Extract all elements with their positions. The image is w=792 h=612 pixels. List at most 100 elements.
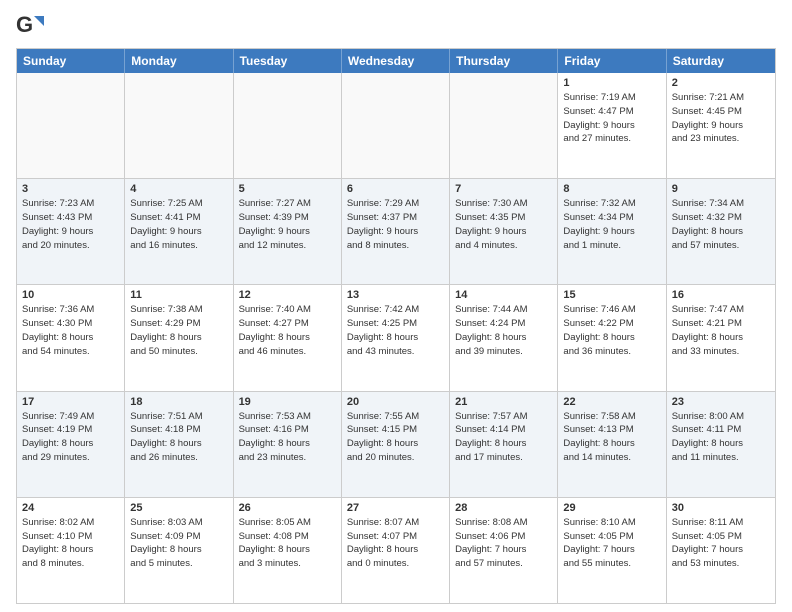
day-info: Sunrise: 7:58 AMSunset: 4:13 PMDaylight:… [563,410,660,465]
day-number: 23 [672,396,770,408]
calendar-cell: 15 Sunrise: 7:46 AMSunset: 4:22 PMDayligh… [558,285,666,390]
day-info: Sunrise: 8:05 AMSunset: 4:08 PMDaylight:… [239,516,336,571]
calendar-cell: 30 Sunrise: 8:11 AMSunset: 4:05 PMDayligh… [667,498,775,603]
calendar-cell: 9 Sunrise: 7:34 AMSunset: 4:32 PMDaylight… [667,179,775,284]
day-number: 24 [22,502,119,514]
day-info: Sunrise: 7:57 AMSunset: 4:14 PMDaylight:… [455,410,552,465]
day-number: 4 [130,183,227,195]
day-number: 17 [22,396,119,408]
day-number: 16 [672,289,770,301]
calendar-cell: 12 Sunrise: 7:40 AMSunset: 4:27 PMDayligh… [234,285,342,390]
page-header: G [16,12,776,40]
calendar-cell: 24Sunrise: 8:02 AMSunset: 4:10 PMDayligh… [17,498,125,603]
day-info: Sunrise: 8:08 AMSunset: 4:06 PMDaylight:… [455,516,552,571]
day-number: 28 [455,502,552,514]
day-number: 19 [239,396,336,408]
day-number: 30 [672,502,770,514]
day-number: 15 [563,289,660,301]
calendar-cell: 2Sunrise: 7:21 AMSunset: 4:45 PMDaylight… [667,73,775,178]
day-number: 6 [347,183,444,195]
calendar: SundayMondayTuesdayWednesdayThursdayFrid… [16,48,776,604]
header-day: Wednesday [342,49,450,73]
header-day: Friday [558,49,666,73]
day-info: Sunrise: 7:29 AMSunset: 4:37 PMDaylight:… [347,197,444,252]
day-info: Sunrise: 8:07 AMSunset: 4:07 PMDaylight:… [347,516,444,571]
day-info: Sunrise: 7:49 AMSunset: 4:19 PMDaylight:… [22,410,119,465]
day-number: 11 [130,289,227,301]
calendar-cell: 1 Sunrise: 7:19 AMSunset: 4:47 PMDaylight… [558,73,666,178]
day-info: Sunrise: 7:44 AMSunset: 4:24 PMDaylight:… [455,303,552,358]
calendar-cell: 29 Sunrise: 8:10 AMSunset: 4:05 PMDayligh… [558,498,666,603]
day-number: 2 [672,77,770,89]
calendar-cell: 17 Sunrise: 7:49 AMSunset: 4:19 PMDayligh… [17,392,125,497]
calendar-cell: 25 Sunrise: 8:03 AMSunset: 4:09 PMDayligh… [125,498,233,603]
calendar-cell [450,73,558,178]
day-info: Sunrise: 8:11 AMSunset: 4:05 PMDaylight:… [672,516,770,571]
day-number: 9 [672,183,770,195]
calendar-cell [234,73,342,178]
calendar-cell: 27Sunrise: 8:07 AMSunset: 4:07 PMDayligh… [342,498,450,603]
logo: G [16,12,48,40]
calendar-cell: 19 Sunrise: 7:53 AMSunset: 4:16 PMDayligh… [234,392,342,497]
day-info: Sunrise: 7:19 AMSunset: 4:47 PMDaylight:… [563,91,660,146]
day-info: Sunrise: 8:00 AMSunset: 4:11 PMDaylight:… [672,410,770,465]
calendar-cell: 21 Sunrise: 7:57 AMSunset: 4:14 PMDayligh… [450,392,558,497]
day-number: 13 [347,289,444,301]
day-number: 12 [239,289,336,301]
day-info: Sunrise: 7:40 AMSunset: 4:27 PMDaylight:… [239,303,336,358]
calendar-cell [342,73,450,178]
calendar-cell: 22 Sunrise: 7:58 AMSunset: 4:13 PMDayligh… [558,392,666,497]
calendar-cell: 26 Sunrise: 8:05 AMSunset: 4:08 PMDayligh… [234,498,342,603]
calendar-cell: 23 Sunrise: 8:00 AMSunset: 4:11 PMDayligh… [667,392,775,497]
day-number: 5 [239,183,336,195]
calendar-cell: 3Sunrise: 7:23 AMSunset: 4:43 PMDaylight… [17,179,125,284]
day-info: Sunrise: 8:03 AMSunset: 4:09 PMDaylight:… [130,516,227,571]
day-number: 21 [455,396,552,408]
calendar-header: SundayMondayTuesdayWednesdayThursdayFrid… [17,49,775,73]
day-number: 10 [22,289,119,301]
day-info: Sunrise: 7:42 AMSunset: 4:25 PMDaylight:… [347,303,444,358]
day-info: Sunrise: 7:47 AMSunset: 4:21 PMDaylight:… [672,303,770,358]
day-info: Sunrise: 7:32 AMSunset: 4:34 PMDaylight:… [563,197,660,252]
day-info: Sunrise: 7:38 AMSunset: 4:29 PMDaylight:… [130,303,227,358]
calendar-cell: 8 Sunrise: 7:32 AMSunset: 4:34 PMDaylight… [558,179,666,284]
day-info: Sunrise: 8:10 AMSunset: 4:05 PMDaylight:… [563,516,660,571]
day-number: 26 [239,502,336,514]
calendar-row: 3Sunrise: 7:23 AMSunset: 4:43 PMDaylight… [17,179,775,285]
calendar-cell [125,73,233,178]
day-info: Sunrise: 7:51 AMSunset: 4:18 PMDaylight:… [130,410,227,465]
day-number: 14 [455,289,552,301]
calendar-body: 1 Sunrise: 7:19 AMSunset: 4:47 PMDaylight… [17,73,775,603]
day-number: 29 [563,502,660,514]
day-info: Sunrise: 7:34 AMSunset: 4:32 PMDaylight:… [672,197,770,252]
day-number: 8 [563,183,660,195]
calendar-row: 17 Sunrise: 7:49 AMSunset: 4:19 PMDayligh… [17,392,775,498]
calendar-cell: 6 Sunrise: 7:29 AMSunset: 4:37 PMDaylight… [342,179,450,284]
day-info: Sunrise: 7:25 AMSunset: 4:41 PMDaylight:… [130,197,227,252]
day-info: Sunrise: 7:53 AMSunset: 4:16 PMDaylight:… [239,410,336,465]
day-number: 18 [130,396,227,408]
calendar-cell: 18 Sunrise: 7:51 AMSunset: 4:18 PMDayligh… [125,392,233,497]
header-day: Saturday [667,49,775,73]
header-day: Thursday [450,49,558,73]
calendar-cell: 20Sunrise: 7:55 AMSunset: 4:15 PMDayligh… [342,392,450,497]
calendar-cell: 4 Sunrise: 7:25 AMSunset: 4:41 PMDaylight… [125,179,233,284]
day-number: 22 [563,396,660,408]
calendar-cell: 10 Sunrise: 7:36 AMSunset: 4:30 PMDayligh… [17,285,125,390]
day-number: 25 [130,502,227,514]
calendar-cell [17,73,125,178]
day-info: Sunrise: 7:30 AMSunset: 4:35 PMDaylight:… [455,197,552,252]
day-info: Sunrise: 7:27 AMSunset: 4:39 PMDaylight:… [239,197,336,252]
calendar-cell: 14 Sunrise: 7:44 AMSunset: 4:24 PMDayligh… [450,285,558,390]
day-info: Sunrise: 7:46 AMSunset: 4:22 PMDaylight:… [563,303,660,358]
calendar-cell: 28 Sunrise: 8:08 AMSunset: 4:06 PMDayligh… [450,498,558,603]
day-number: 20 [347,396,444,408]
svg-text:G: G [16,12,33,37]
day-number: 1 [563,77,660,89]
calendar-cell: 5 Sunrise: 7:27 AMSunset: 4:39 PMDaylight… [234,179,342,284]
day-info: Sunrise: 7:36 AMSunset: 4:30 PMDaylight:… [22,303,119,358]
calendar-cell: 7 Sunrise: 7:30 AMSunset: 4:35 PMDaylight… [450,179,558,284]
day-number: 3 [22,183,119,195]
day-number: 7 [455,183,552,195]
header-day: Tuesday [234,49,342,73]
